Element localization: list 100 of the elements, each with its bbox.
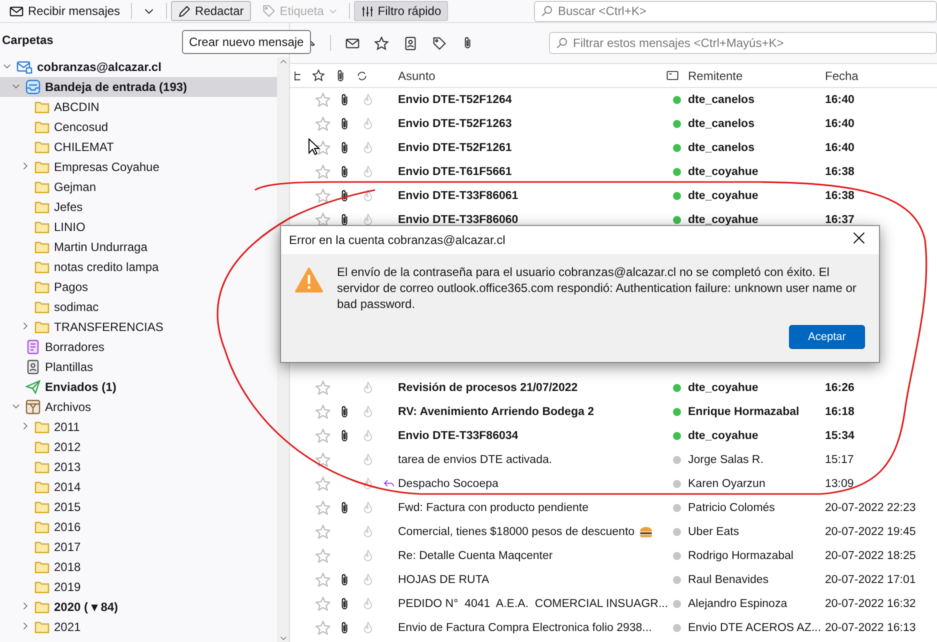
- folder-icon: [34, 239, 50, 255]
- folder-icon: [34, 299, 50, 315]
- subject-cell: Envio DTE-T52F1261: [398, 142, 512, 154]
- folder-icon: [34, 419, 50, 435]
- folder-item[interactable]: TRANSFERENCIAS: [0, 317, 277, 337]
- message-row[interactable]: Fwd: Factura con producto pendiente Patricio Colomés 20-07-2022 22:23: [290, 496, 937, 520]
- status-dot: [673, 192, 681, 200]
- folder-item[interactable]: Jefes: [0, 197, 277, 217]
- sender-cell-text: Uber Eats: [688, 526, 740, 538]
- accept-button[interactable]: Aceptar: [789, 325, 865, 349]
- date-cell-text: 15:34: [825, 430, 856, 442]
- message-row[interactable]: Envio DTE-T33F86061 dte_coyahue 16:38: [290, 184, 937, 208]
- date-cell-text: 20-07-2022 17:01: [825, 574, 917, 586]
- filter-field[interactable]: Filtrar estos mensajes <Ctrl+Mayús+K>: [549, 32, 937, 54]
- folder-icon: [34, 579, 50, 595]
- folder-item[interactable]: 2019: [0, 577, 277, 597]
- star-icon: [315, 476, 331, 492]
- compose-button[interactable]: Redactar: [171, 1, 251, 21]
- contact-card-icon[interactable]: [403, 36, 418, 50]
- folder-item[interactable]: ABCDIN: [0, 97, 277, 117]
- folder-item[interactable]: Cencosud: [0, 117, 277, 137]
- search-field[interactable]: Buscar <Ctrl+K>: [534, 0, 937, 22]
- folder-item[interactable]: sodimac: [0, 297, 277, 317]
- column-header[interactable]: Asunto: [398, 68, 436, 82]
- subject-cell: Revisión de procesos 21/07/2022: [398, 382, 578, 394]
- folder-item[interactable]: Bandeja de entrada (193): [0, 77, 277, 97]
- message-row[interactable]: HOJAS DE RUTA Raul Benavides 20-07-2022 17:01: [290, 568, 937, 592]
- sender-cell-text: Jorge Salas R.: [688, 454, 764, 466]
- folder-item[interactable]: 2017: [0, 537, 277, 557]
- column-header[interactable]: Fecha: [825, 68, 858, 82]
- folder-icon: [34, 559, 50, 575]
- date-cell-text: 20-07-2022 19:45: [825, 526, 917, 538]
- folder-item[interactable]: LINIO: [0, 217, 277, 237]
- folder-item[interactable]: cobranzas@alcazar.cl: [0, 57, 277, 77]
- sender-cell-text: dte_coyahue: [688, 214, 760, 226]
- date-cell-text: 16:37: [825, 214, 856, 226]
- message-row[interactable]: Comercial, tienes $18000 pesos de descuento Uber Eats 20-07-2022 19:45: [290, 520, 937, 544]
- folder-item[interactable]: 2018: [0, 557, 277, 577]
- folder-icon: [34, 519, 50, 535]
- star-icon: [315, 212, 331, 228]
- folder-item[interactable]: 2015: [0, 497, 277, 517]
- message-row[interactable]: Envio de Factura Compra Electronica folio 2938... Envio DTE ACEROS AZ... 20-07-2022 16:13: [290, 616, 937, 640]
- folder-item[interactable]: Gejman: [0, 177, 277, 197]
- date-cell-text: 16:18: [825, 406, 856, 418]
- folder-item[interactable]: 2012: [0, 437, 277, 457]
- folder-icon: [34, 539, 50, 555]
- message-row[interactable]: Envio DTE-T52F1263 dte_canelos 16:40: [290, 112, 937, 136]
- star-icon: [315, 524, 331, 540]
- folder-item[interactable]: 2020 ( ▾ 84): [0, 597, 277, 617]
- folder-item[interactable]: Empresas Coyahue: [0, 157, 277, 177]
- folder-icon: [34, 319, 50, 335]
- folder-item[interactable]: Enviados (1): [0, 377, 277, 397]
- star-icon: [315, 452, 331, 468]
- folder-item[interactable]: Archivos: [0, 397, 277, 417]
- pane-title: Carpetas: [2, 33, 54, 47]
- folder-item[interactable]: notas credito lampa: [0, 257, 277, 277]
- folder-item[interactable]: Martin Undurraga: [0, 237, 277, 257]
- status-dot: [673, 384, 681, 392]
- folder-item[interactable]: Plantillas: [0, 357, 277, 377]
- star-icon[interactable]: [374, 36, 389, 50]
- message-row[interactable]: Envio DTE-T52F1264 dte_canelos 16:40: [290, 88, 937, 112]
- folder-item[interactable]: 2011: [0, 417, 277, 437]
- subject-cell: RV: Avenimiento Arriendo Bodega 2: [398, 406, 594, 418]
- status-dot: [673, 624, 681, 632]
- filter-button[interactable]: Filtro rápido: [354, 1, 448, 21]
- message-row[interactable]: PEDIDO N° 4041 A.E.A. COMERCIAL INSUAGR... Alejandro Espinoza 20-07-2022 16:32: [290, 592, 937, 616]
- message-row[interactable]: Re: Detalle Cuenta Maqcenter Rodrigo Hormazabal 20-07-2022 18:25: [290, 544, 937, 568]
- status-dot: [673, 432, 681, 440]
- message-row[interactable]: Despacho Socoepa Karen Oyarzun 13:09: [290, 472, 937, 496]
- date-cell-text: 16:38: [825, 166, 856, 178]
- mouse-pointer-icon: [308, 138, 320, 156]
- flame-icon: [361, 140, 375, 156]
- folder-item[interactable]: 2021: [0, 617, 277, 637]
- message-row[interactable]: Envio DTE-T61F5661 dte_coyahue 16:38: [290, 160, 937, 184]
- star-icon[interactable]: [312, 69, 325, 82]
- tag-icon[interactable]: [432, 36, 447, 50]
- folder-item[interactable]: 2013: [0, 457, 277, 477]
- status-dot: [673, 552, 681, 560]
- message-row[interactable]: tarea de envios DTE activada. Jorge Salas R. 15:17: [290, 448, 937, 472]
- message-row[interactable]: Revisión de procesos 21/07/2022 dte_coyahue 16:26: [290, 376, 937, 400]
- star-icon: [315, 596, 331, 612]
- column-header[interactable]: Remitente: [688, 68, 743, 82]
- contact-icon[interactable]: [666, 69, 679, 82]
- folder-icon: [34, 179, 50, 195]
- folder-item[interactable]: Borradores: [0, 337, 277, 357]
- subject-cell: Envio DTE-T33F86061: [398, 190, 518, 202]
- read-status-icon[interactable]: [356, 70, 368, 82]
- star-icon: [315, 116, 331, 132]
- get-button[interactable]: Recibir mensajes: [2, 1, 128, 21]
- message-row[interactable]: Envio DTE-T33F86034 dte_coyahue 15:34: [290, 424, 937, 448]
- envelope-icon[interactable]: [345, 36, 360, 50]
- folder-item[interactable]: 2014: [0, 477, 277, 497]
- tooltip: Crear nuevo mensaje: [182, 30, 311, 54]
- flame-icon: [361, 476, 375, 492]
- subject-cell: Re: Detalle Cuenta Maqcenter: [398, 550, 553, 562]
- folder-item[interactable]: CHILEMAT: [0, 137, 277, 157]
- message-row[interactable]: RV: Avenimiento Arriendo Bodega 2 Enrique Hormazabal 16:18: [290, 400, 937, 424]
- folder-item[interactable]: Pagos: [0, 277, 277, 297]
- subject-cell: Envio de Factura Compra Electronica folio 2938...: [398, 622, 652, 634]
- folder-item[interactable]: 2016: [0, 517, 277, 537]
